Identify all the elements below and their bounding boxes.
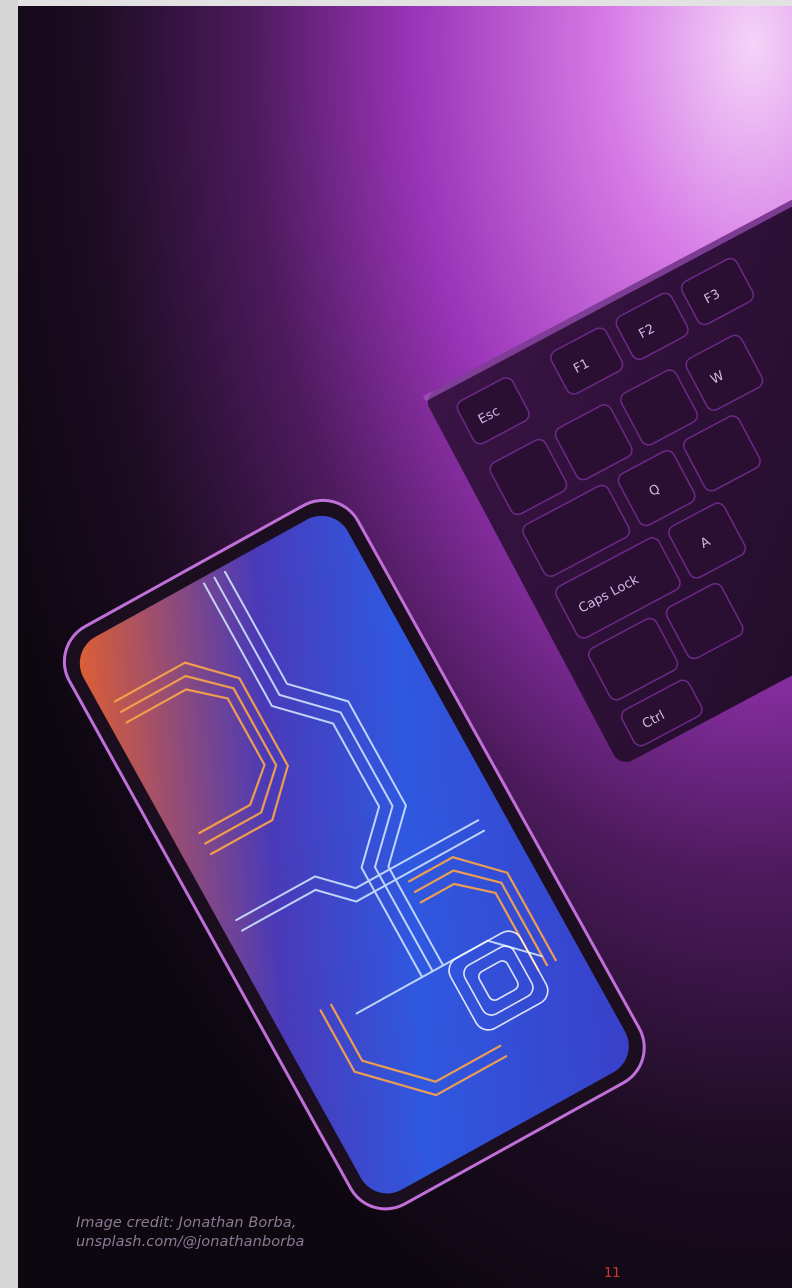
- page-number: 11: [604, 1266, 621, 1281]
- cover-photo: Esc F1 F2 F3 Caps Lock Ctrl Q W A Image …: [18, 6, 792, 1288]
- image-credit: Image credit: Jonathan Borba, unsplash.c…: [76, 1214, 305, 1252]
- image-credit-line-2: unsplash.com/@jonathanborba: [76, 1234, 305, 1250]
- page-left-margin: [0, 0, 18, 1288]
- image-credit-line-1: Image credit: Jonathan Borba,: [76, 1215, 297, 1231]
- desk-phone-keyboard-photo-icon: Esc F1 F2 F3 Caps Lock Ctrl Q W A: [18, 6, 792, 1288]
